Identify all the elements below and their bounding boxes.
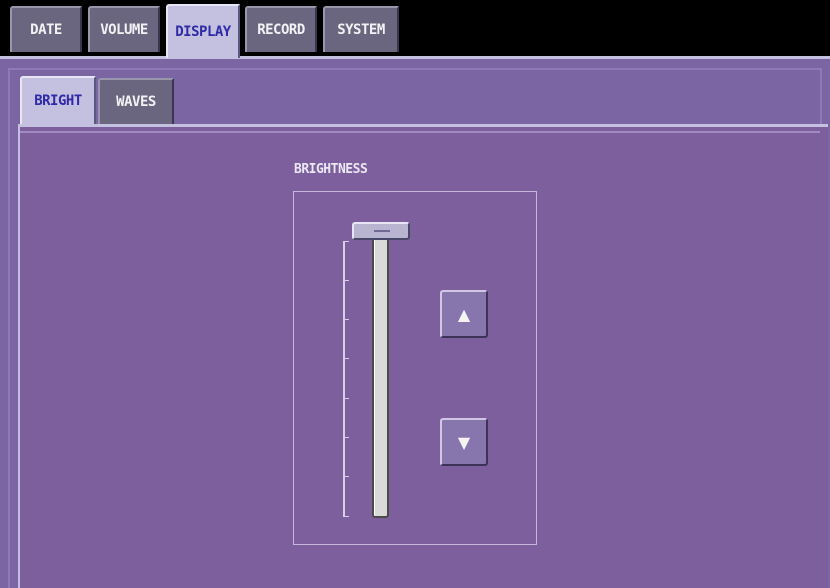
brightness-slider-thumb[interactable] [352,222,410,240]
tab-display[interactable]: DISPLAY [166,4,240,58]
brightness-slider-track[interactable] [372,236,389,518]
brightness-slider-box [293,191,537,545]
scale-tick [343,398,349,399]
scale-tick [343,241,349,242]
scale-tick [343,358,349,359]
scale-tick [343,280,349,281]
brightness-down-button[interactable]: ▼ [440,418,488,466]
arrow-down-icon: ▼ [457,432,471,452]
tab-volume[interactable]: VOLUME [88,6,160,52]
tab-record[interactable]: RECORD [245,6,317,52]
divider [20,131,820,133]
scale-tick [343,516,349,517]
brightness-label: BRIGHTNESS [294,162,368,177]
scale-tick [343,437,349,438]
brightness-up-button[interactable]: ▲ [440,290,488,338]
tab-bright[interactable]: BRIGHT [20,76,96,124]
scale-tick [343,476,349,477]
tab-date[interactable]: DATE [10,6,82,52]
tab-system[interactable]: SYSTEM [323,6,399,52]
tab-waves[interactable]: WAVES [98,78,174,124]
scale-tick [343,319,349,320]
arrow-up-icon: ▲ [457,304,471,324]
